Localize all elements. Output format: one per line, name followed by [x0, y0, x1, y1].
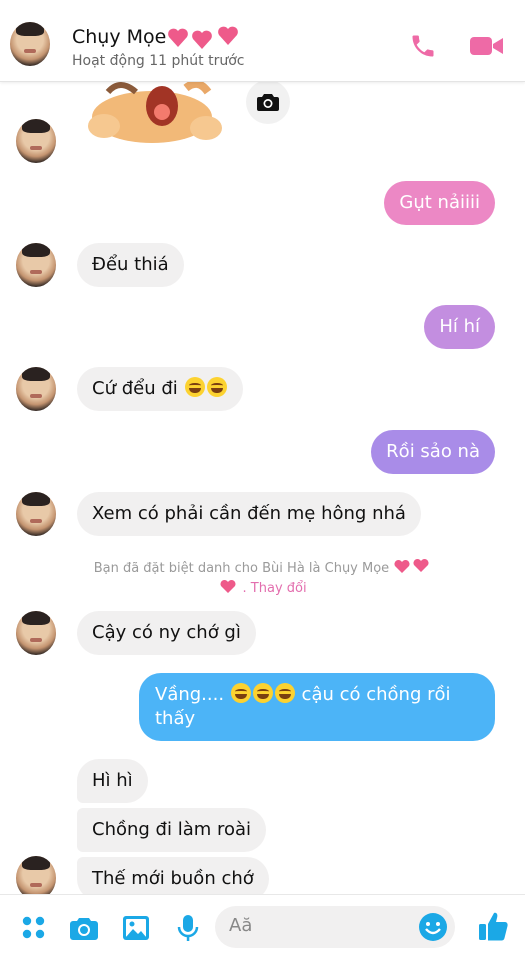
incoming-message[interactable]: Đểu thiá	[77, 243, 184, 287]
incoming-message[interactable]: Cậy có ny chớ gì	[77, 611, 256, 655]
hearts-emoji	[394, 558, 429, 573]
contact-name[interactable]: Chụy Mọe	[72, 26, 166, 48]
incoming-message[interactable]: Xem có phải cần đến mẹ hông nhá	[77, 492, 421, 536]
apps-icon[interactable]	[18, 912, 50, 944]
contact-avatar[interactable]	[16, 367, 56, 411]
nickname-notice: Bạn đã đặt biệt danh cho Bùi Hà là Chụy …	[0, 558, 525, 598]
contact-avatar[interactable]	[16, 119, 56, 163]
outgoing-message[interactable]: Hí hí	[424, 305, 495, 349]
hearts-emoji	[220, 579, 236, 593]
contact-avatar[interactable]	[16, 492, 56, 536]
sticker-image[interactable]	[80, 79, 225, 148]
notice-text: Bạn đã đặt biệt danh cho Bùi Hà là Chụy …	[93, 561, 390, 576]
message-text: thấy	[155, 708, 196, 729]
laughing-emoji-icon	[206, 377, 227, 397]
incoming-message[interactable]: Hì hì	[77, 759, 148, 803]
camera-icon	[257, 94, 279, 111]
active-status: Hoạt động 11 phút trước	[72, 53, 245, 69]
contact-avatar[interactable]	[10, 22, 54, 66]
incoming-message[interactable]: Chồng đi làm roài	[77, 808, 267, 852]
incoming-message[interactable]: Cứ đểu đi	[77, 367, 243, 411]
laughing-emoji-icon	[230, 683, 251, 703]
video-call-icon[interactable]	[470, 35, 504, 57]
message-text: Cứ đểu đi	[92, 378, 178, 399]
camera-icon[interactable]	[68, 912, 100, 944]
message-text: Vầng....	[155, 684, 225, 705]
microphone-icon[interactable]	[172, 912, 204, 944]
phone-call-icon[interactable]	[409, 32, 437, 60]
chat-header: Chụy Mọe Hoạt động 11 phút trước	[0, 0, 525, 82]
sticker-camera-button[interactable]	[246, 80, 290, 124]
laughing-emoji-icon	[184, 377, 205, 397]
emoji-icon[interactable]	[418, 912, 448, 942]
outgoing-message[interactable]: Vầng.... cậu có chồng rồi thấy	[139, 673, 495, 741]
hearts-emoji	[166, 23, 242, 49]
message-input-wrapper	[215, 906, 455, 948]
message-composer	[0, 894, 525, 960]
like-icon[interactable]	[476, 909, 510, 943]
laughing-emoji-icon	[252, 683, 273, 703]
outgoing-message[interactable]: Rồi sảo nà	[371, 430, 495, 474]
laughing-emoji-icon	[274, 683, 295, 703]
message-text: cậu có chồng rồi	[301, 684, 451, 705]
contact-avatar[interactable]	[16, 243, 56, 287]
contact-avatar[interactable]	[16, 611, 56, 655]
gallery-icon[interactable]	[120, 912, 152, 944]
message-input[interactable]	[229, 915, 409, 936]
outgoing-message[interactable]: Gụt nảiiii	[384, 181, 495, 225]
change-nickname-link[interactable]: . Thay đổi	[243, 581, 307, 596]
